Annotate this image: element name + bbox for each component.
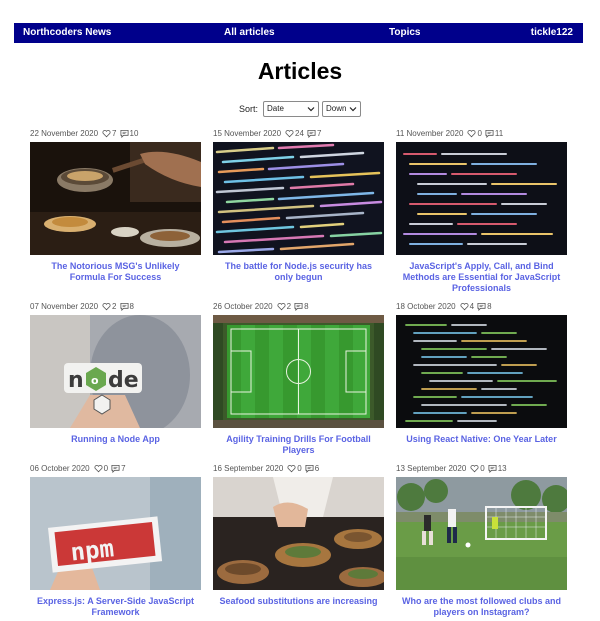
- article-card[interactable]: 26 October 2020 2 8 Agility Training Dri…: [213, 301, 384, 456]
- sort-direction-value: Down: [326, 104, 347, 113]
- article-image-football-match[interactable]: [396, 477, 567, 590]
- heart-icon: [467, 130, 476, 138]
- article-likes: 0: [480, 464, 485, 473]
- comment-icon: [307, 129, 316, 138]
- article-title-link[interactable]: Seafood substitutions are increasing: [213, 596, 384, 607]
- sort-label: Sort:: [238, 103, 258, 114]
- heart-icon: [94, 465, 103, 473]
- article-comments: 7: [316, 129, 322, 138]
- article-comments: 8: [487, 302, 492, 311]
- article-image-football-pitch[interactable]: [213, 315, 384, 428]
- heart-icon: [277, 303, 286, 311]
- comment-icon: [488, 464, 497, 473]
- article-card[interactable]: 11 November 2020 0 11 JavaScript's Apply…: [396, 128, 567, 293]
- article-image-terminal-code[interactable]: [396, 315, 567, 428]
- comment-icon: [294, 302, 303, 311]
- article-title-link[interactable]: Express.js: A Server-Side JavaScript Fra…: [30, 596, 201, 618]
- article-date: 11 November 2020: [396, 129, 464, 138]
- article-likes: 24: [295, 129, 304, 138]
- article-card[interactable]: 15 November 2020 24 7 The battle for Nod…: [213, 128, 384, 283]
- article-card[interactable]: 06 October 2020 0 7 npm Express.js: A Se…: [30, 463, 201, 618]
- article-date: 18 October 2020: [396, 302, 456, 311]
- article-date: 15 November 2020: [213, 129, 282, 138]
- sort-by-value: Date: [267, 104, 284, 113]
- article-date: 06 October 2020: [30, 464, 90, 473]
- article-meta: 18 October 2020 4 8: [396, 301, 567, 312]
- heart-icon: [470, 465, 479, 473]
- article-meta: 26 October 2020 2 8: [213, 301, 384, 312]
- article-likes: 2: [112, 302, 117, 311]
- heart-icon: [460, 303, 469, 311]
- article-date: 07 November 2020: [30, 302, 99, 311]
- brand-link[interactable]: Northcoders News: [23, 27, 111, 38]
- article-meta: 06 October 2020 0 7: [30, 463, 201, 474]
- svg-text:o: o: [91, 374, 99, 387]
- sort-by-select[interactable]: Date: [263, 100, 319, 117]
- article-comments: 13: [497, 464, 507, 473]
- svg-text:n: n: [68, 368, 84, 393]
- heart-icon: [102, 303, 111, 311]
- article-card[interactable]: 07 November 2020 2 8 n o de Running a No…: [30, 301, 201, 445]
- article-title-link[interactable]: Running a Node App: [30, 434, 201, 445]
- article-card[interactable]: 13 September 2020 0 13 Who are the most …: [396, 463, 567, 618]
- article-meta: 15 November 2020 24 7: [213, 128, 384, 139]
- comment-icon: [477, 302, 486, 311]
- sort-controls: Sort: Date Down: [0, 100, 600, 117]
- comment-icon: [111, 464, 120, 473]
- article-comments: 11: [494, 129, 504, 138]
- article-likes: 2: [286, 302, 292, 311]
- article-title-link[interactable]: Who are the most followed clubs and play…: [396, 596, 567, 618]
- article-image-node-sticker[interactable]: n o de: [30, 315, 201, 428]
- article-image-plated-food[interactable]: [213, 477, 384, 590]
- user-link[interactable]: tickle122: [531, 27, 573, 38]
- article-image-code-screen[interactable]: [213, 142, 384, 255]
- article-title-link[interactable]: JavaScript's Apply, Call, and Bind Metho…: [396, 261, 567, 293]
- article-date: 22 November 2020: [30, 129, 99, 138]
- article-likes: 0: [103, 464, 109, 473]
- heart-icon: [102, 130, 111, 138]
- article-likes: 4: [469, 302, 475, 311]
- svg-text:npm: npm: [69, 534, 115, 566]
- sort-direction-select[interactable]: Down: [322, 100, 361, 117]
- article-comments: 8: [304, 302, 309, 311]
- comment-icon: [119, 302, 129, 311]
- article-meta: 22 November 2020 7 10: [30, 128, 201, 139]
- heart-icon: [287, 465, 296, 473]
- article-comments: 7: [121, 464, 126, 473]
- article-meta: 16 September 2020 0 6: [213, 463, 384, 474]
- all-articles-link[interactable]: All articles: [224, 27, 275, 38]
- article-likes: 0: [477, 129, 482, 138]
- article-meta: 13 September 2020 0 13: [396, 463, 567, 474]
- article-title-link[interactable]: The battle for Node.js security has only…: [213, 261, 384, 283]
- comment-icon: [305, 464, 314, 473]
- article-card[interactable]: 22 November 2020 7 10 The Notorious MSG'…: [30, 128, 201, 283]
- article-title-link[interactable]: The Notorious MSG's Unlikely Formula For…: [30, 261, 201, 283]
- article-image-code-screen[interactable]: [396, 142, 567, 255]
- article-comments: 10: [129, 129, 139, 138]
- article-likes: 0: [297, 464, 302, 473]
- article-date: 16 September 2020: [213, 464, 284, 473]
- article-meta: 07 November 2020 2 8: [30, 301, 201, 312]
- article-title-link[interactable]: Using React Native: One Year Later: [396, 434, 567, 445]
- chevron-down-icon: [307, 106, 315, 111]
- article-card[interactable]: 18 October 2020 4 8 Using React Native: …: [396, 301, 567, 445]
- article-title-link[interactable]: Agility Training Drills For Football Pla…: [213, 434, 384, 456]
- chevron-down-icon: [349, 106, 357, 111]
- page-title: Articles: [257, 58, 343, 84]
- comment-icon: [119, 129, 129, 138]
- comment-icon: [485, 129, 494, 138]
- heart-icon: [285, 130, 294, 138]
- article-comments: 8: [129, 302, 134, 311]
- article-meta: 11 November 2020 0 11: [396, 128, 567, 139]
- article-card[interactable]: 16 September 2020 0 6 Seafood substituti…: [213, 463, 384, 607]
- topics-link[interactable]: Topics: [389, 27, 420, 38]
- article-image-wok-cooking[interactable]: [30, 142, 201, 255]
- svg-text:de: de: [108, 368, 139, 393]
- navbar: Northcoders News All articles Topics tic…: [14, 23, 583, 43]
- article-image-npm-sticker[interactable]: npm: [30, 477, 201, 590]
- article-date: 26 October 2020: [213, 302, 273, 311]
- article-comments: 6: [314, 464, 320, 473]
- article-likes: 7: [112, 129, 117, 138]
- article-date: 13 September 2020: [396, 464, 467, 473]
